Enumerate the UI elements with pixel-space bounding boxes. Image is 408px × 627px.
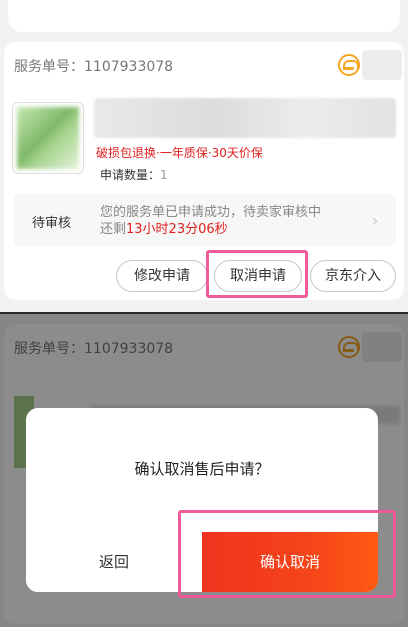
previous-card-stub (8, 0, 400, 32)
modify-application-button[interactable]: 修改申请 (116, 260, 208, 292)
service-number: 服务单号：1107933078 (14, 59, 174, 75)
countdown-prefix: 还剩 (100, 222, 127, 237)
apply-quantity-label: 申请数量： (100, 168, 161, 182)
apply-quantity-value: 1 (160, 168, 168, 182)
service-tags: 破损包退换·一年质保·30天价保 (96, 146, 263, 160)
highlight-confirm-button (178, 510, 396, 598)
status-message: 您的服务单已申请成功，待卖家审核中 还剩13小时23分06秒 (100, 204, 370, 238)
blurred-product-title (94, 98, 396, 138)
order-detail-view: 服务单号：1107933078 破损包退换·一年质保·30天价保 申请数量：1 … (0, 0, 408, 312)
apply-quantity: 申请数量：1 (100, 166, 168, 183)
product-thumbnail[interactable] (12, 102, 84, 174)
dialog-back-button[interactable]: 返回 (26, 532, 202, 592)
product-image (17, 107, 79, 169)
blurred-shop-label (362, 50, 402, 80)
highlight-cancel-button (206, 250, 308, 298)
customer-service-icon[interactable] (338, 54, 360, 76)
status-message-line1: 您的服务单已申请成功，待卖家审核中 (100, 205, 322, 220)
status-message-line2: 还剩13小时23分06秒 (100, 221, 370, 238)
dialog-message: 确认取消售后申请？ (134, 460, 270, 478)
status-label: 待审核 (32, 216, 72, 231)
jd-intervene-button[interactable]: 京东介入 (310, 260, 396, 292)
service-order-card: 服务单号：1107933078 破损包退换·一年质保·30天价保 申请数量：1 … (4, 42, 404, 300)
status-row[interactable]: 待审核 您的服务单已申请成功，待卖家审核中 还剩13小时23分06秒 › (14, 194, 396, 246)
chevron-right-icon: › (372, 211, 379, 230)
countdown-timer: 13小时23分06秒 (126, 222, 228, 237)
